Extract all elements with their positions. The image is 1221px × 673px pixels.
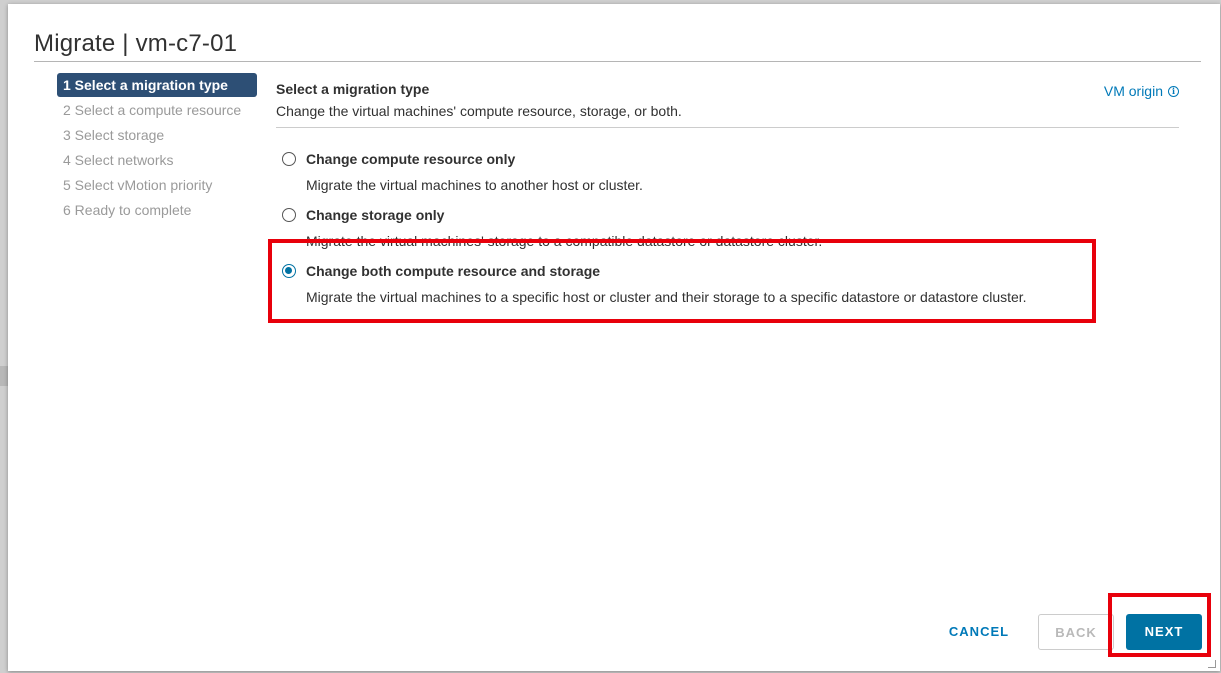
title-divider [34,61,1201,62]
step-select-networks: 4 Select networks [63,152,174,168]
wizard-steps: 1 Select a migration type 2 Select a com… [57,73,257,223]
migrate-dialog: Migrate | vm-c7-01 1 Select a migration … [8,4,1220,671]
info-circle-icon[interactable]: i [1168,85,1179,97]
step-select-vmotion-priority: 5 Select vMotion priority [63,177,213,193]
page-heading: Select a migration type [276,81,430,97]
highlight-next-button [1108,593,1211,657]
vm-origin-link[interactable]: VM origin i [1104,83,1179,99]
step-ready-to-complete: 6 Ready to complete [63,202,192,218]
background-app-edge [0,0,8,673]
step-select-compute-resource: 2 Select a compute resource [63,102,242,118]
back-button[interactable]: BACK [1038,614,1114,650]
highlight-selected-option [268,239,1096,323]
step-select-migration-type[interactable]: 1 Select a migration type [57,73,257,97]
cancel-button[interactable]: CANCEL [934,614,1024,650]
resize-grip-icon[interactable] [1208,660,1216,668]
vm-origin-label[interactable]: VM origin [1104,83,1163,99]
radio-compute-only[interactable] [282,152,296,166]
option-label[interactable]: Change storage only [306,207,444,223]
dialog-title: Migrate | vm-c7-01 [34,30,238,57]
option-description: Migrate the virtual machines to another … [306,177,643,193]
radio-storage-only[interactable] [282,208,296,222]
page-description: Change the virtual machines' compute res… [276,103,682,119]
option-label[interactable]: Change compute resource only [306,151,515,167]
heading-divider [276,127,1179,128]
background-app-edge-mark [0,366,8,386]
step-select-storage: 3 Select storage [63,127,165,143]
